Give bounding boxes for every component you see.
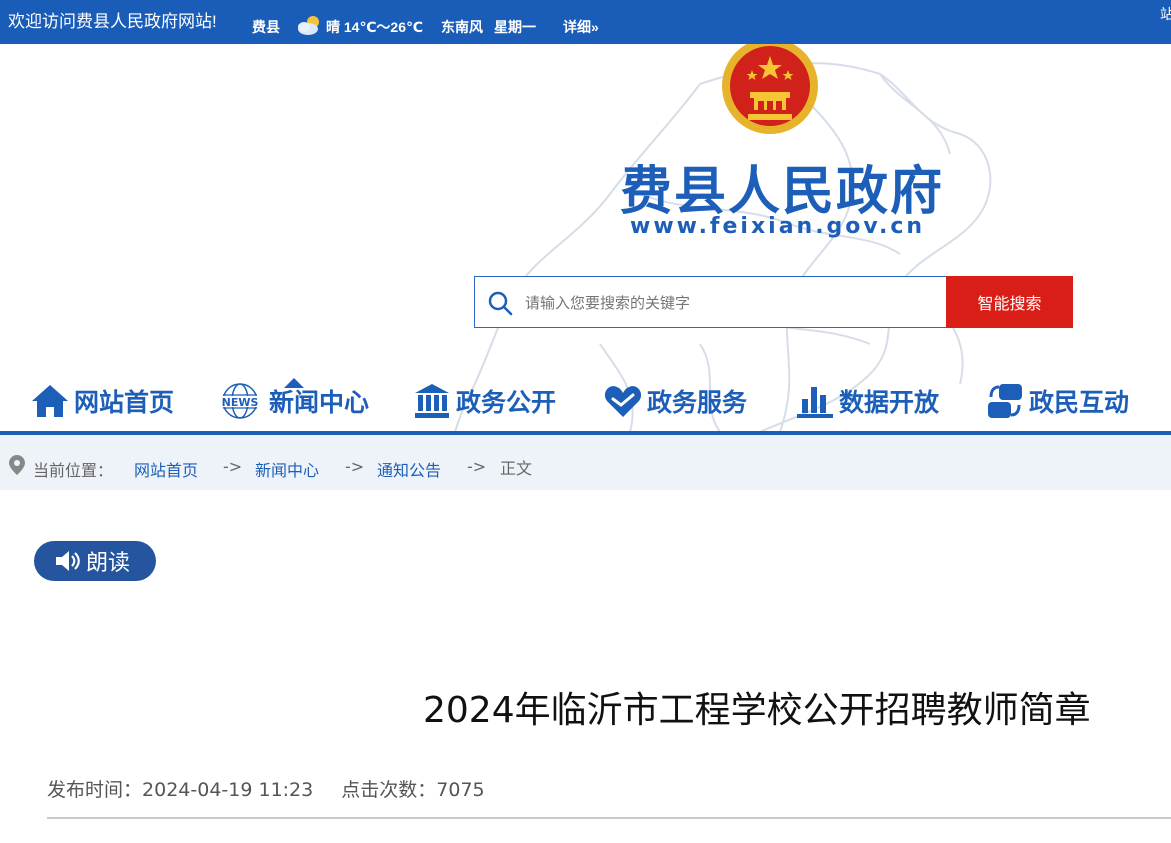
nav-label: 新闻中心 xyxy=(269,388,370,417)
top-bar: 欢迎访问费县人民政府网站! 费县 晴 14℃～26℃ 东南风 星期一 详细» 站 xyxy=(0,0,1171,44)
nav-item-home[interactable]: 网站首页 xyxy=(30,378,174,424)
search-input[interactable] xyxy=(525,289,925,317)
publish-time: 2024-04-19 11:23 xyxy=(142,779,314,801)
breadcrumb-news[interactable]: 新闻中心 xyxy=(255,457,319,481)
partly-cloudy-icon xyxy=(298,16,319,35)
weather-detail-link[interactable]: 详细» xyxy=(563,17,599,37)
national-emblem-icon xyxy=(722,44,818,134)
read-aloud-button[interactable]: 朗读 xyxy=(34,541,156,581)
nav-label: 数据开放 xyxy=(839,388,940,417)
hits-count: 7075 xyxy=(436,779,485,801)
svg-text:NEWS: NEWS xyxy=(222,396,259,409)
site-url: www.feixian.gov.cn xyxy=(630,214,926,239)
breadcrumb-label: 当前位置： xyxy=(33,461,114,480)
read-aloud-label: 朗读 xyxy=(86,551,131,576)
government-building-icon xyxy=(415,384,449,418)
meta-divider xyxy=(47,817,1171,819)
nav-item-interaction[interactable]: 政民互动 xyxy=(985,378,1129,424)
home-icon xyxy=(32,385,68,417)
search-box xyxy=(474,276,947,328)
search-icon xyxy=(488,291,513,316)
weather-city: 费县 xyxy=(252,19,280,35)
heart-service-icon xyxy=(604,386,642,417)
welcome-text: 欢迎访问费县人民政府网站! xyxy=(8,12,217,31)
breadcrumb: 当前位置： 网站首页 -> 新闻中心 -> 通知公告 -> 正文 xyxy=(0,435,1171,490)
bar-chart-icon xyxy=(797,387,833,418)
weekday: 星期一 xyxy=(494,19,536,35)
breadcrumb-current: 正文 xyxy=(500,459,533,478)
article-meta: 发布时间：2024-04-19 11:23 点击次数：7075 xyxy=(47,775,485,802)
news-globe-icon: NEWS xyxy=(216,383,264,419)
location-pin-icon xyxy=(9,455,25,475)
weather-wind: 东南风 xyxy=(441,19,483,35)
publish-time-label: 发布时间： xyxy=(47,779,143,801)
interaction-icon xyxy=(988,384,1022,418)
article-title: 2024年临沂市工程学校公开招聘教师简章 xyxy=(423,690,1091,731)
breadcrumb-separator: -> xyxy=(223,457,243,476)
breadcrumb-separator: -> xyxy=(345,457,365,476)
smart-search-button[interactable]: 智能搜索 xyxy=(946,276,1073,328)
nav-label: 政民互动 xyxy=(1029,388,1130,417)
nav-item-gov-service[interactable]: 政务服务 xyxy=(603,378,747,424)
breadcrumb-home[interactable]: 网站首页 xyxy=(134,457,198,481)
main-nav: 网站首页 NEWS 新闻中心 政务公开 政务服务 数据开放 政民互动 xyxy=(0,372,1171,432)
breadcrumb-separator: -> xyxy=(467,457,487,476)
hits-label: 点击次数： xyxy=(341,779,437,801)
breadcrumb-notices[interactable]: 通知公告 xyxy=(377,457,441,481)
nav-item-open-data[interactable]: 数据开放 xyxy=(795,378,939,424)
nav-label: 政务公开 xyxy=(456,388,557,417)
weather-condition: 晴 14℃～26℃ xyxy=(326,19,423,35)
site-header: 费县人民政府 www.feixian.gov.cn 智能搜索 网站首页 NEWS xyxy=(0,44,1171,432)
nav-item-gov-affairs[interactable]: 政务公开 xyxy=(412,378,556,424)
site-title: 费县人民政府 xyxy=(620,162,945,222)
speaker-icon xyxy=(56,551,80,571)
nav-label: 网站首页 xyxy=(74,388,175,417)
nav-label: 政务服务 xyxy=(647,388,748,417)
nav-active-pointer xyxy=(284,378,304,388)
topbar-edge-icon[interactable]: 站 xyxy=(1160,4,1171,24)
